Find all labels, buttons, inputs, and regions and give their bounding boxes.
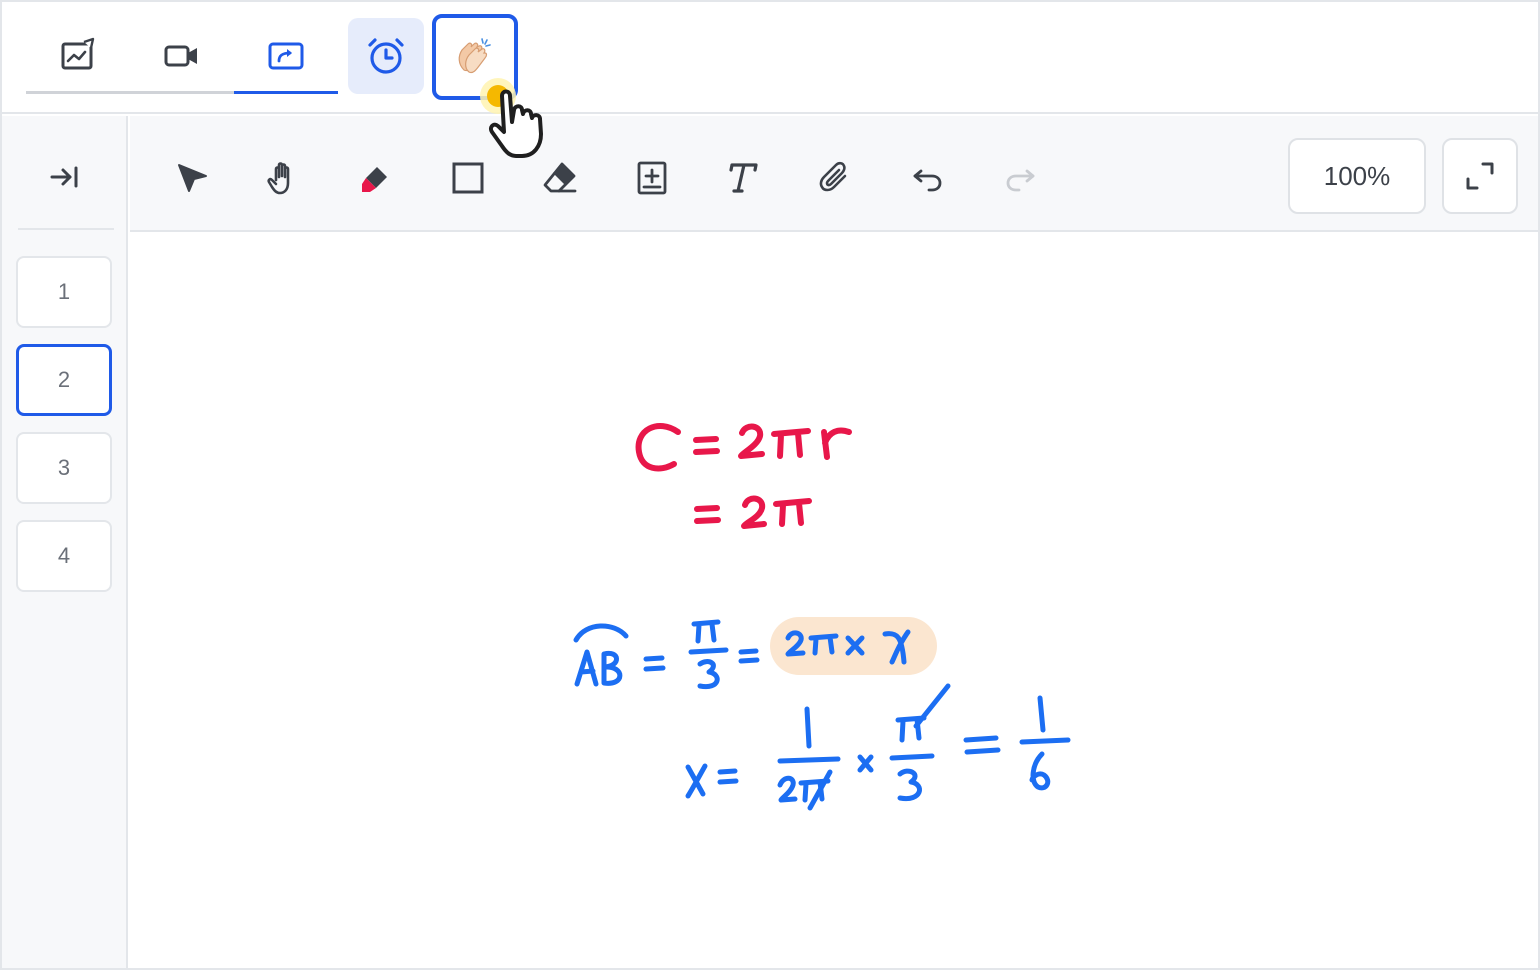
undo-icon — [913, 169, 942, 192]
page-rail: 1 2 3 4 — [2, 116, 128, 968]
whiteboard-chart-icon — [61, 37, 95, 70]
whiteboard-canvas[interactable] — [130, 234, 1538, 968]
rectangle-tool-button[interactable] — [440, 150, 496, 206]
tab-video[interactable] — [130, 16, 234, 96]
clapping-hands-icon — [458, 38, 491, 74]
hand-icon — [267, 162, 290, 195]
pointer-arrow-icon — [178, 164, 207, 192]
red-ink-formula — [635, 423, 852, 529]
rail-divider — [18, 228, 114, 230]
highlighter-tool-button[interactable] — [348, 150, 404, 206]
top-tab-bar — [2, 2, 1538, 114]
undo-button[interactable] — [900, 150, 956, 206]
tab-applause[interactable] — [432, 14, 518, 100]
drawing-toolbar: 100% — [130, 116, 1538, 232]
tab-screen-share[interactable] — [234, 16, 338, 96]
page-thumbnail-1[interactable]: 1 — [16, 256, 112, 328]
redo-button[interactable] — [992, 150, 1048, 206]
zoom-level-button[interactable]: 100% — [1288, 138, 1426, 214]
page-thumbnail-2[interactable]: 2 — [16, 344, 112, 416]
attach-file-button[interactable] — [808, 150, 864, 206]
screen-share-icon — [268, 42, 304, 70]
video-camera-icon — [164, 45, 197, 67]
select-tool-button[interactable] — [164, 150, 220, 206]
add-page-tool-button[interactable] — [624, 150, 680, 206]
tab-underline-active — [234, 91, 338, 94]
tab-timer[interactable] — [348, 18, 424, 94]
text-tool-button[interactable] — [714, 150, 770, 206]
paperclip-icon — [819, 161, 847, 192]
text-tool-icon — [729, 163, 758, 193]
fullscreen-button[interactable] — [1442, 138, 1518, 214]
highlighter-icon — [362, 167, 387, 192]
collapse-rail-button[interactable] — [30, 152, 100, 202]
redo-icon — [1006, 169, 1035, 192]
add-page-icon — [637, 161, 667, 195]
fullscreen-icon — [1466, 162, 1494, 190]
eraser-icon — [543, 162, 577, 193]
collapse-right-icon — [50, 166, 78, 188]
page-thumbnail-3[interactable]: 3 — [16, 432, 112, 504]
page-thumbnail-4[interactable]: 4 — [16, 520, 112, 592]
handwritten-ink-drawing — [573, 423, 1071, 811]
tab-whiteboard[interactable] — [26, 16, 130, 96]
alarm-clock-icon — [368, 38, 404, 74]
whiteboard-app: 1 2 3 4 100% — [0, 0, 1540, 970]
eraser-tool-button[interactable] — [532, 150, 588, 206]
rectangle-icon — [452, 162, 484, 194]
pan-tool-button[interactable] — [256, 150, 312, 206]
